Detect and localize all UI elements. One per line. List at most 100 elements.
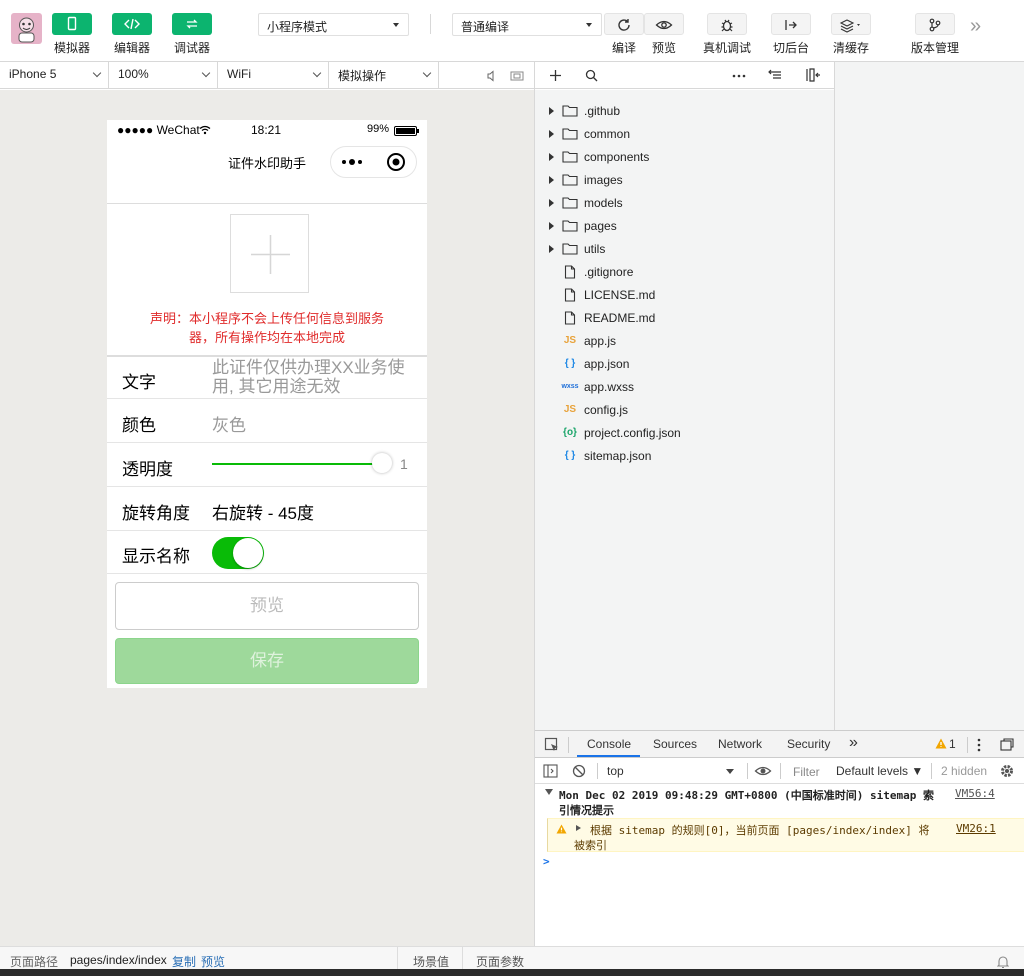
inspect-element-icon[interactable]: [544, 737, 560, 756]
console-log-warning[interactable]: 根据 sitemap 的规则[0]，当前页面 [pages/index/inde…: [547, 818, 1024, 852]
device-select[interactable]: iPhone 5: [0, 62, 109, 89]
file-tree-item[interactable]: common: [549, 122, 630, 145]
tab-network[interactable]: Network: [718, 737, 762, 751]
log-source-link[interactable]: VM56:4: [955, 787, 995, 800]
file-tree-item[interactable]: utils: [549, 237, 605, 260]
log-message-line: 被索引: [574, 839, 607, 852]
expand-arrow-icon[interactable]: [545, 789, 553, 795]
sim-ops-select[interactable]: 模拟操作: [329, 62, 439, 89]
compile-select[interactable]: 普通编译: [452, 13, 602, 36]
mode-select[interactable]: 小程序模式: [258, 13, 409, 36]
sim-ops-value: 模拟操作: [338, 69, 387, 83]
file-tree-item[interactable]: .gitignore: [549, 260, 633, 283]
add-file-icon[interactable]: [549, 69, 562, 85]
collapse-all-icon[interactable]: [768, 69, 782, 84]
close-capsule-icon[interactable]: [386, 152, 406, 175]
save-button[interactable]: 保存: [115, 638, 419, 684]
expand-arrow-icon[interactable]: [576, 825, 581, 831]
undock-icon[interactable]: [1000, 738, 1014, 754]
console-prompt[interactable]: >: [543, 855, 550, 868]
remote-debug-button[interactable]: [707, 13, 747, 35]
background-button[interactable]: [771, 13, 811, 35]
editor-button[interactable]: [112, 13, 152, 35]
version-button[interactable]: [915, 13, 955, 35]
hide-panel-icon[interactable]: [805, 68, 821, 85]
more-dots-icon[interactable]: [341, 155, 367, 172]
opacity-label: 透明度: [122, 460, 173, 479]
more-tabs-icon[interactable]: »: [849, 734, 858, 752]
file-tree-item[interactable]: LICENSE.md: [549, 283, 655, 306]
file-tree-item[interactable]: {o} project.config.json: [549, 421, 681, 444]
preview-watermark-button[interactable]: 预览: [115, 582, 419, 630]
expand-arrow-icon[interactable]: [549, 221, 554, 230]
js-file-icon: JS: [563, 404, 577, 415]
expand-arrow-icon[interactable]: [549, 244, 554, 253]
active-tab-indicator: [577, 755, 640, 757]
console-log-info[interactable]: Mon Dec 02 2019 09:48:29 GMT+0800 (中国标准时…: [535, 784, 1024, 818]
folder-icon: [562, 127, 578, 140]
zoom-select[interactable]: 100%: [109, 62, 218, 89]
more-options-icon[interactable]: [732, 70, 746, 84]
preview-page-link[interactable]: 预览: [201, 953, 225, 970]
file-tree-item[interactable]: { } sitemap.json: [549, 444, 652, 467]
log-source-link[interactable]: VM26:1: [956, 822, 996, 835]
rotate-row[interactable]: 旋转角度 右旋转 - 45度: [107, 487, 427, 531]
color-row[interactable]: 颜色 灰色: [107, 399, 427, 443]
debugger-button[interactable]: [172, 13, 212, 35]
context-select[interactable]: top: [601, 760, 741, 782]
network-select[interactable]: WiFi: [218, 62, 329, 89]
avatar[interactable]: [11, 13, 42, 44]
kebab-menu-icon[interactable]: [975, 738, 983, 755]
file-tree-item[interactable]: README.md: [549, 306, 655, 329]
filter-input[interactable]: Filter: [787, 761, 827, 781]
file-tree-item[interactable]: images: [549, 168, 623, 191]
scene-value-button[interactable]: 场景值: [413, 953, 449, 970]
privacy-notice-line: 器，所有操作均在本地完成: [188, 330, 345, 345]
sidebar-toggle-icon[interactable]: [543, 764, 558, 781]
expand-arrow-icon[interactable]: [549, 129, 554, 138]
file-tree-item[interactable]: wxss app.wxss: [549, 375, 634, 398]
file-tree-item[interactable]: pages: [549, 214, 617, 237]
file-tree-item[interactable]: JS config.js: [549, 398, 628, 421]
compile-button[interactable]: [604, 13, 644, 35]
expand-arrow-icon[interactable]: [549, 106, 554, 115]
file-tree-item[interactable]: { } app.json: [549, 352, 630, 375]
show-name-toggle[interactable]: [212, 537, 264, 569]
caret-down-icon: [393, 23, 399, 27]
file-icon: [562, 264, 578, 279]
search-icon[interactable]: [585, 69, 598, 85]
tab-console[interactable]: Console: [587, 737, 631, 751]
battery-icon: [394, 125, 420, 139]
clear-console-icon[interactable]: [572, 764, 586, 781]
zoom-value: 100%: [118, 67, 149, 81]
phone-screen: ●●●●● WeChat 18:21 99% 证件水印助手 声明：本小程序不会上…: [107, 120, 427, 688]
log-levels-select[interactable]: Default levels ▼: [836, 764, 923, 778]
tab-sources[interactable]: Sources: [653, 737, 697, 751]
file-tree-item[interactable]: JS app.js: [549, 329, 616, 352]
add-image-button[interactable]: [230, 214, 309, 293]
copy-path-link[interactable]: 复制: [172, 953, 196, 970]
show-name-label: 显示名称: [122, 547, 190, 566]
warning-icon[interactable]: [935, 738, 947, 752]
clear-cache-button[interactable]: [831, 13, 871, 35]
file-tree-item[interactable]: models: [549, 191, 623, 214]
file-tree-item-label: app.wxss: [584, 379, 635, 394]
opacity-slider-thumb[interactable]: [372, 453, 392, 473]
window-icon[interactable]: [510, 70, 524, 85]
file-tree-item[interactable]: .github: [549, 99, 620, 122]
divider: [967, 737, 968, 753]
expand-arrow-icon[interactable]: [549, 175, 554, 184]
text-input[interactable]: 此证件仅供办理XX业务使 用, 其它用途无效: [212, 358, 422, 396]
volume-icon[interactable]: [486, 70, 498, 85]
more-icon[interactable]: »: [970, 15, 981, 38]
expand-arrow-icon[interactable]: [549, 198, 554, 207]
settings-gear-icon[interactable]: [999, 763, 1015, 782]
tab-security[interactable]: Security: [787, 737, 830, 751]
file-tree-item[interactable]: components: [549, 145, 649, 168]
expand-arrow-icon[interactable]: [549, 152, 554, 161]
preview-button[interactable]: [644, 13, 684, 35]
file-tree-item-label: images: [584, 172, 623, 187]
simulator-button[interactable]: [52, 13, 92, 35]
page-params-button[interactable]: 页面参数: [476, 953, 524, 970]
live-expression-icon[interactable]: [754, 764, 772, 781]
